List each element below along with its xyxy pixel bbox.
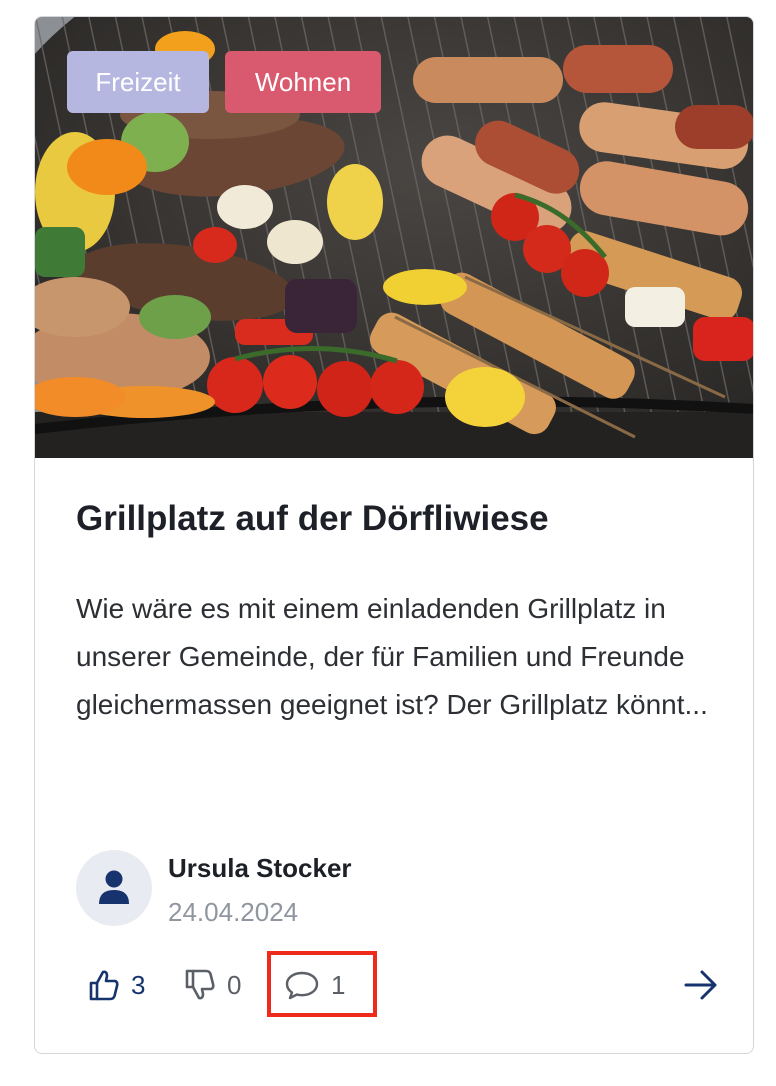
dislike-button[interactable]: 0 — [185, 963, 241, 1007]
tag-freizeit[interactable]: Freizeit — [67, 51, 209, 113]
comment-highlight-box — [267, 951, 377, 1017]
card-description: Wie wäre es mit einem einladenden Grillp… — [76, 593, 708, 720]
like-button[interactable]: 3 — [89, 963, 145, 1007]
like-count: 3 — [131, 969, 146, 1000]
author-name: Ursula Stocker — [168, 853, 352, 883]
thumbs-down-icon — [185, 969, 215, 1000]
dislike-count: 0 — [227, 969, 242, 1000]
idea-card[interactable]: Freizeit Wohnen Grillplatz auf der Dörfl… — [34, 16, 754, 1054]
user-icon — [99, 870, 129, 904]
avatar — [76, 850, 152, 926]
arrow-right-icon — [684, 970, 717, 1000]
card-title[interactable]: Grillplatz auf der Dörfliwiese — [76, 499, 549, 539]
card-image[interactable]: Freizeit Wohnen — [35, 17, 753, 458]
open-idea-button[interactable] — [683, 968, 719, 1002]
tag-wohnen[interactable]: Wohnen — [225, 51, 381, 113]
thumbs-up-icon — [89, 970, 119, 1001]
post-date: 24.04.2024 — [168, 897, 299, 927]
